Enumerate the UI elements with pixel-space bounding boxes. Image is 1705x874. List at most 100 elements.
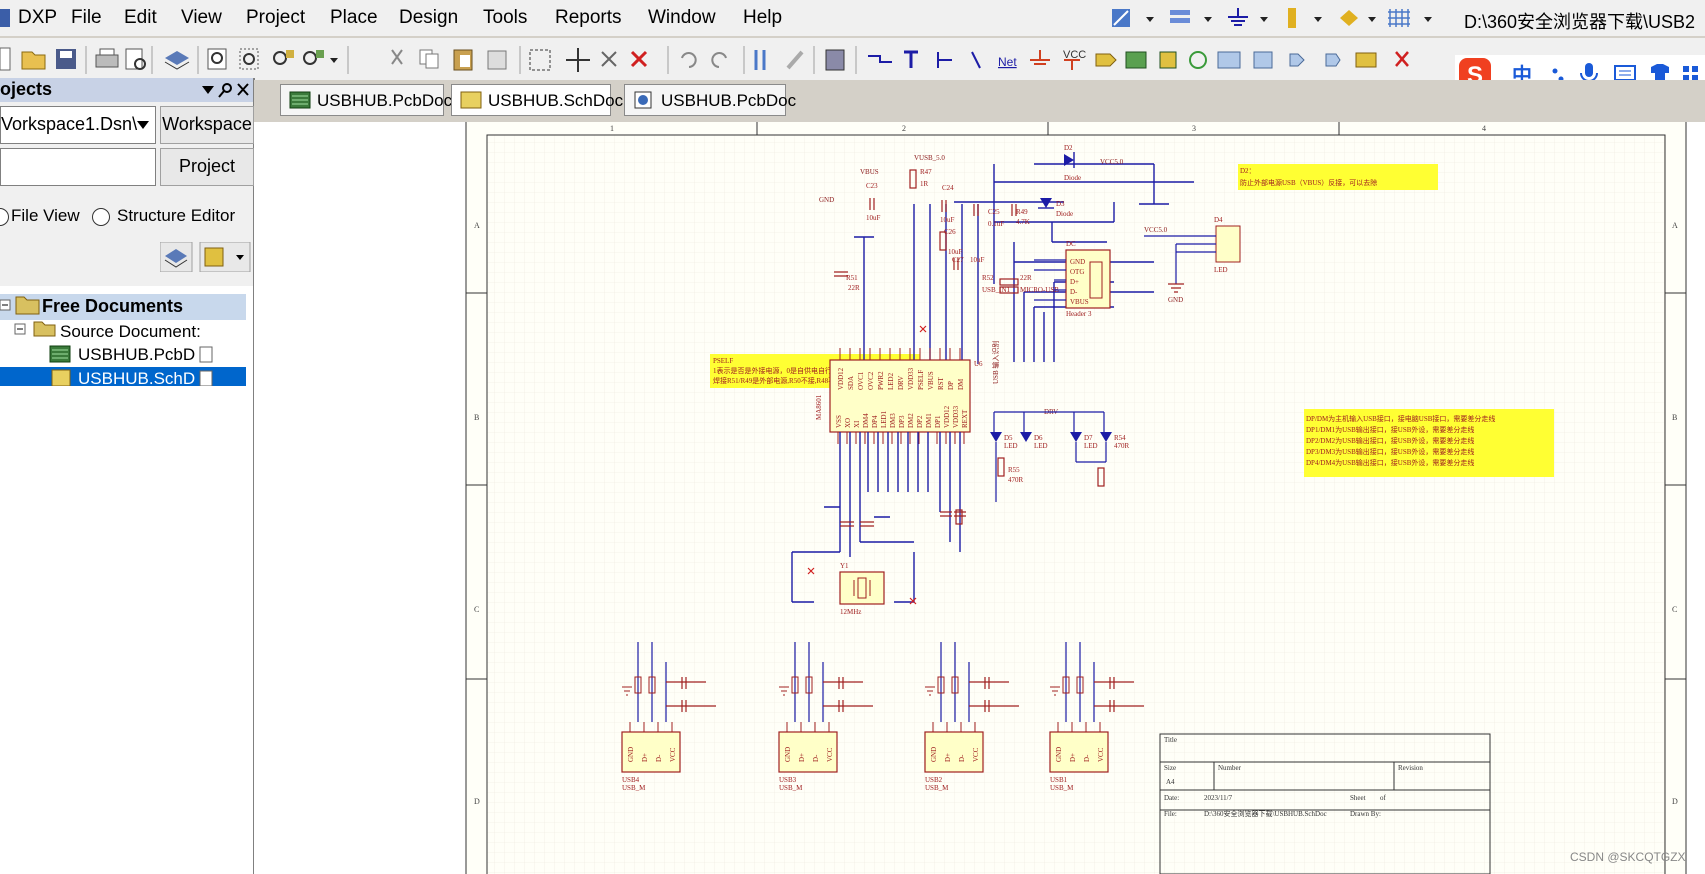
- paste-icon[interactable]: [453, 49, 473, 71]
- sch-doc-icon: [460, 91, 482, 109]
- workspace-select[interactable]: Vorkspace1.Dsn\: [0, 106, 156, 144]
- bus-entry-icon[interactable]: [937, 52, 952, 68]
- tab-pcb-2[interactable]: USBHUB.PcbDoc: [624, 84, 796, 116]
- sch-doc-icon: [51, 369, 71, 386]
- move-selection-icon[interactable]: [601, 51, 617, 67]
- project-field[interactable]: [0, 148, 156, 186]
- diamond-icon[interactable]: [1340, 10, 1358, 26]
- r52-val: MICRO-USB: [1020, 286, 1059, 294]
- signal-harness-icon[interactable]: [971, 51, 981, 69]
- harness-entry-icon[interactable]: [1253, 51, 1273, 69]
- zoom-fit-icon[interactable]: [207, 48, 227, 70]
- no-erc-icon[interactable]: [1395, 51, 1409, 67]
- note-dp-line4: DP3/DM3为USB输出接口，接USB外设，需要差分走线: [1306, 447, 1474, 456]
- menu-project[interactable]: Project: [246, 7, 305, 29]
- menu-view[interactable]: View: [181, 7, 222, 29]
- grid-icon[interactable]: [1388, 9, 1410, 27]
- panel-layers-icon[interactable]: [160, 242, 193, 272]
- layers-icon[interactable]: [164, 51, 190, 70]
- tree-source-documents[interactable]: Source Document:: [60, 322, 201, 342]
- copy-icon[interactable]: [419, 49, 439, 69]
- zoom-filter-icon[interactable]: [303, 50, 324, 65]
- workspace-button[interactable]: Workspace: [160, 106, 254, 144]
- menu-tools[interactable]: Tools: [483, 7, 527, 29]
- csdn-watermark: CSDN @SKCQTGZX: [1570, 850, 1686, 864]
- r52-ref: USB_IN1: [982, 286, 1011, 294]
- tb-file: File:: [1164, 810, 1177, 818]
- tab-sch[interactable]: USBHUB.SchDoc: [451, 84, 623, 116]
- print-preview-icon[interactable]: [125, 48, 146, 70]
- tb-sheet: Sheet: [1350, 794, 1366, 802]
- panel-document-options-icon[interactable]: [199, 242, 251, 272]
- device-sheet-icon[interactable]: [1189, 51, 1207, 69]
- undo-icon[interactable]: [681, 52, 697, 68]
- net-usb-detect: USB 输入识别: [991, 341, 1000, 384]
- schematic-canvas[interactable]: 1 2 3 4 A B C D A B C D D2： 防止外部电源USB（VB…: [254, 122, 1705, 874]
- project-button[interactable]: Project: [160, 148, 254, 186]
- select-area-icon[interactable]: [529, 49, 551, 71]
- gnd-port-icon[interactable]: [1030, 50, 1050, 65]
- chip-pin-pself: PSELF: [917, 370, 925, 390]
- sheet-symbol-icon[interactable]: [1125, 51, 1147, 69]
- new-icon[interactable]: [0, 47, 11, 71]
- menu-edit[interactable]: Edit: [124, 7, 157, 29]
- wire-icon[interactable]: [868, 55, 892, 63]
- tab-pcb-1[interactable]: USBHUB.PcbDoc: [280, 84, 452, 116]
- chip-name: MA8601: [815, 394, 823, 420]
- vcc-port-icon[interactable]: VCC: [1063, 49, 1086, 70]
- port-icon[interactable]: [1288, 8, 1296, 28]
- deselect-icon[interactable]: [630, 50, 648, 68]
- library-icon[interactable]: [825, 49, 845, 71]
- menu-window[interactable]: Window: [648, 7, 716, 29]
- pin-icon[interactable]: [218, 83, 232, 98]
- toolbox-icon[interactable]: [1683, 66, 1698, 81]
- move-icon[interactable]: [566, 48, 590, 72]
- align-icon[interactable]: [1170, 10, 1190, 23]
- usb-out-pin: VCC: [972, 747, 980, 762]
- usb-out-pin: D-: [812, 754, 820, 762]
- save-icon[interactable]: [56, 49, 76, 69]
- off-sheet-icon[interactable]: [1325, 53, 1341, 67]
- file-view-radio[interactable]: [0, 208, 9, 226]
- rubber-stamp-icon[interactable]: [487, 50, 507, 70]
- tree-root-free-documents[interactable]: Free Documents: [42, 296, 183, 317]
- cut-icon[interactable]: [391, 49, 403, 65]
- menu-dxp[interactable]: DXP: [18, 7, 57, 29]
- pen-icon[interactable]: [1112, 9, 1130, 27]
- panel-controls: [202, 83, 249, 98]
- net-label-icon[interactable]: Net: [998, 55, 1017, 69]
- open-icon[interactable]: [21, 51, 46, 70]
- harness-connector-icon[interactable]: [1217, 51, 1241, 69]
- zoom-selected-icon[interactable]: [273, 50, 294, 65]
- ground-icon[interactable]: [1228, 8, 1248, 26]
- usb-in-pin-dm: D-: [1070, 288, 1078, 296]
- chip-pin-dp3: DP3: [898, 415, 906, 428]
- tree-item-sch[interactable]: USBHUB.SchD: [78, 369, 195, 389]
- col-label-1: 1: [610, 124, 614, 133]
- structure-editor-radio[interactable]: [92, 208, 110, 226]
- directive-icon[interactable]: [1355, 52, 1377, 68]
- port-place-icon[interactable]: [1289, 53, 1305, 67]
- menu-bar: DXP File Edit View Project Place Design …: [0, 0, 1705, 36]
- menu-place[interactable]: Place: [330, 7, 378, 29]
- zoom-area-icon[interactable]: [239, 48, 259, 70]
- print-icon[interactable]: [95, 48, 119, 68]
- sheet-entry-icon[interactable]: [1159, 51, 1177, 69]
- part-icon[interactable]: [1095, 53, 1117, 67]
- hierarchy-icon[interactable]: [754, 50, 766, 70]
- d2-ref: D2: [1064, 144, 1073, 152]
- menu-file[interactable]: File: [71, 7, 102, 29]
- menu-reports[interactable]: Reports: [555, 7, 622, 29]
- tb-of: of: [1380, 794, 1387, 802]
- panel-menu-icon[interactable]: [202, 86, 214, 94]
- keyboard-icon[interactable]: [1614, 65, 1636, 81]
- bus-icon[interactable]: [904, 50, 918, 68]
- panel-close-icon[interactable]: [237, 83, 249, 96]
- usb-out-pin: GND: [784, 747, 792, 762]
- menu-design[interactable]: Design: [399, 7, 458, 29]
- probe-icon[interactable]: [786, 50, 804, 70]
- d4-val: LED: [1004, 442, 1018, 450]
- tree-item-pcb[interactable]: USBHUB.PcbD: [78, 345, 195, 365]
- menu-help[interactable]: Help: [743, 7, 782, 29]
- redo-icon[interactable]: [711, 52, 727, 68]
